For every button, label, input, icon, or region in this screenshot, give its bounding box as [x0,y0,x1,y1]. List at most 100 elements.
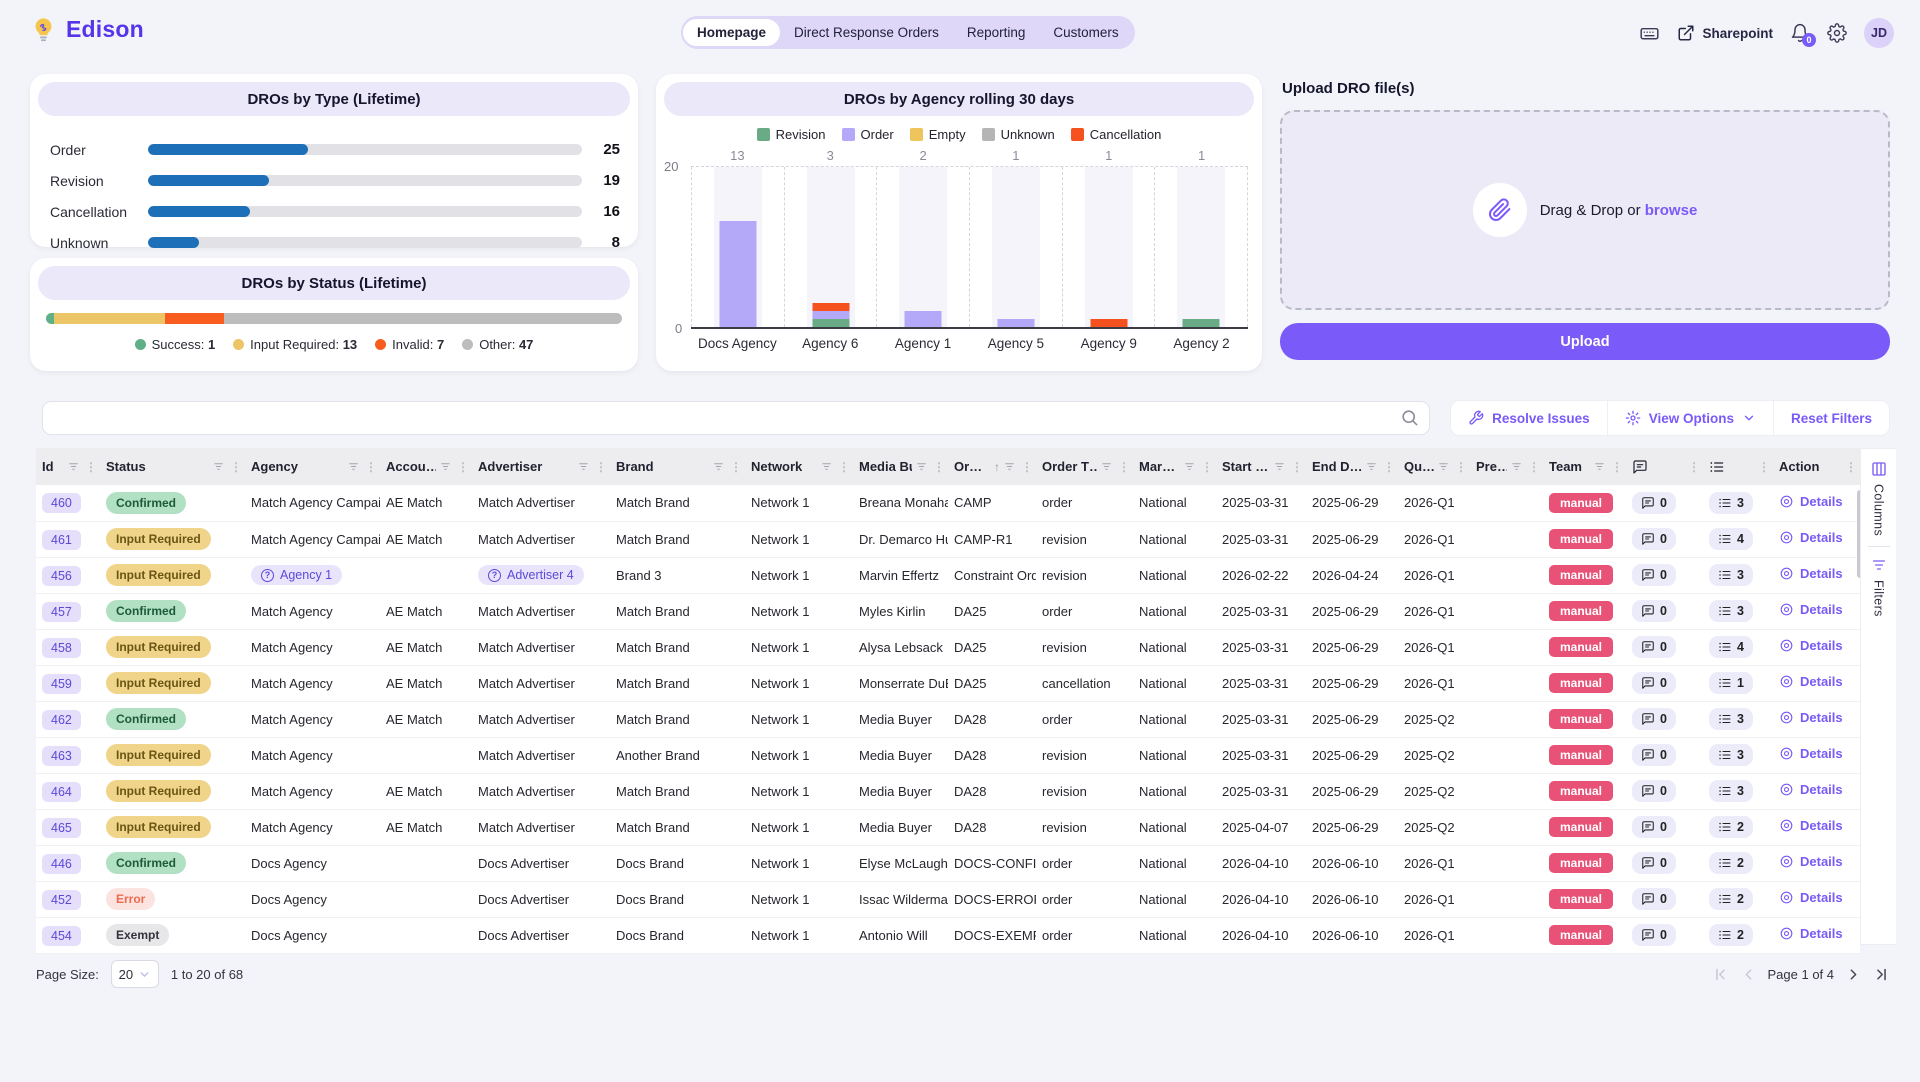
items-count-button[interactable]: 2 [1709,852,1753,874]
column-header-action[interactable]: Action⋮ [1773,448,1860,485]
column-filter-icon[interactable] [1593,460,1606,473]
column-menu-icon[interactable]: ⋮ [1609,460,1623,474]
details-button[interactable]: Details [1779,854,1843,869]
column-header-account[interactable]: Accou…⋮ [380,448,472,485]
column-filter-icon[interactable] [1510,460,1523,473]
columns-side-tab[interactable]: Columns [1871,461,1887,536]
column-header-order_type[interactable]: Order T…⋮ [1036,448,1133,485]
id-pill[interactable]: 465 [42,818,81,838]
column-menu-icon[interactable]: ⋮ [228,460,242,474]
comments-count-button[interactable]: 0 [1632,636,1676,658]
id-pill[interactable]: 458 [42,638,81,658]
filters-side-tab[interactable]: Filters [1871,557,1887,617]
comments-count-button[interactable]: 0 [1632,816,1676,838]
view-options-button[interactable]: View Options [1608,401,1774,435]
id-pill[interactable]: 464 [42,782,81,802]
column-filter-icon[interactable] [347,460,360,473]
id-pill[interactable]: 454 [42,926,81,946]
items-count-button[interactable]: 3 [1709,600,1753,622]
avatar[interactable]: JD [1864,18,1894,48]
column-menu-icon[interactable]: ⋮ [1019,460,1033,474]
sharepoint-link[interactable]: Sharepoint [1677,24,1773,42]
first-page-button[interactable] [1712,966,1729,983]
items-count-button[interactable]: 3 [1709,744,1753,766]
resolve-issues-button[interactable]: Resolve Issues [1451,401,1608,435]
id-pill[interactable]: 461 [42,530,81,550]
comments-count-button[interactable]: 0 [1632,564,1676,586]
id-pill[interactable]: 446 [42,854,81,874]
items-count-button[interactable]: 1 [1709,672,1753,694]
keyboard-shortcuts-icon[interactable] [1639,23,1660,44]
comments-count-button[interactable]: 0 [1632,780,1676,802]
column-header-end[interactable]: End D…⋮ [1306,448,1398,485]
column-menu-icon[interactable]: ⋮ [363,460,377,474]
column-menu-icon[interactable]: ⋮ [728,460,742,474]
details-button[interactable]: Details [1779,818,1843,833]
reset-filters-button[interactable]: Reset Filters [1774,401,1889,435]
column-header-status[interactable]: Status⋮ [100,448,245,485]
items-count-button[interactable]: 3 [1709,492,1753,514]
column-header-agency[interactable]: Agency⋮ [245,448,380,485]
column-menu-icon[interactable]: ⋮ [455,460,469,474]
notifications-button[interactable]: 0 [1790,23,1810,43]
column-header-brand[interactable]: Brand⋮ [610,448,745,485]
comments-count-button[interactable]: 0 [1632,528,1676,550]
column-header-id[interactable]: Id⋮ [36,448,100,485]
column-filter-icon[interactable] [1273,460,1286,473]
column-menu-icon[interactable]: ⋮ [593,460,607,474]
column-filter-icon[interactable] [820,460,833,473]
details-button[interactable]: Details [1779,890,1843,905]
items-count-button[interactable]: 2 [1709,924,1753,946]
details-button[interactable]: Details [1779,746,1843,761]
tab-homepage[interactable]: Homepage [683,19,780,46]
column-menu-icon[interactable]: ⋮ [1686,460,1700,474]
column-filter-icon[interactable] [1100,460,1113,473]
tab-direct-response-orders[interactable]: Direct Response Orders [780,19,953,46]
comments-count-button[interactable]: 0 [1632,888,1676,910]
search-input[interactable] [42,401,1430,435]
column-filter-icon[interactable] [1365,460,1378,473]
column-filter-icon[interactable] [1003,460,1016,473]
column-header-team[interactable]: Team⋮ [1543,448,1626,485]
tab-customers[interactable]: Customers [1039,19,1132,46]
id-pill[interactable]: 456 [42,566,81,586]
column-header-advertiser[interactable]: Advertiser⋮ [472,448,610,485]
id-pill[interactable]: 457 [42,602,81,622]
comments-count-button[interactable]: 0 [1632,852,1676,874]
column-filter-icon[interactable] [712,460,725,473]
comments-count-button[interactable]: 0 [1632,924,1676,946]
next-page-button[interactable] [1845,966,1862,983]
comments-count-button[interactable]: 0 [1632,672,1676,694]
column-filter-icon[interactable] [1437,460,1450,473]
column-menu-icon[interactable]: ⋮ [1843,460,1857,474]
details-button[interactable]: Details [1779,674,1843,689]
column-filter-icon[interactable] [915,460,928,473]
column-header-network[interactable]: Network⋮ [745,448,853,485]
id-pill[interactable]: 459 [42,674,81,694]
tab-reporting[interactable]: Reporting [953,19,1040,46]
id-pill[interactable]: 463 [42,746,81,766]
details-button[interactable]: Details [1779,530,1843,545]
column-menu-icon[interactable]: ⋮ [1199,460,1213,474]
column-filter-icon[interactable] [212,460,225,473]
column-menu-icon[interactable]: ⋮ [83,460,97,474]
browse-link[interactable]: browse [1645,202,1698,219]
items-count-button[interactable]: 3 [1709,708,1753,730]
column-header-start[interactable]: Start …⋮ [1216,448,1306,485]
id-pill[interactable]: 460 [42,493,81,513]
items-count-button[interactable]: 2 [1709,888,1753,910]
details-button[interactable]: Details [1779,782,1843,797]
items-count-button[interactable]: 3 [1709,564,1753,586]
column-menu-icon[interactable]: ⋮ [1526,460,1540,474]
last-page-button[interactable] [1873,966,1890,983]
comments-count-button[interactable]: 0 [1632,708,1676,730]
upload-button[interactable]: Upload [1280,323,1890,360]
items-count-button[interactable]: 2 [1709,816,1753,838]
column-header-quarter[interactable]: Qu…⋮ [1398,448,1470,485]
column-header-media_buyer[interactable]: Media Bu…⋮ [853,448,948,485]
details-button[interactable]: Details [1779,638,1843,653]
column-menu-icon[interactable]: ⋮ [1116,460,1130,474]
id-pill[interactable]: 452 [42,890,81,910]
column-filter-icon[interactable] [67,460,80,473]
prev-page-button[interactable] [1740,966,1757,983]
